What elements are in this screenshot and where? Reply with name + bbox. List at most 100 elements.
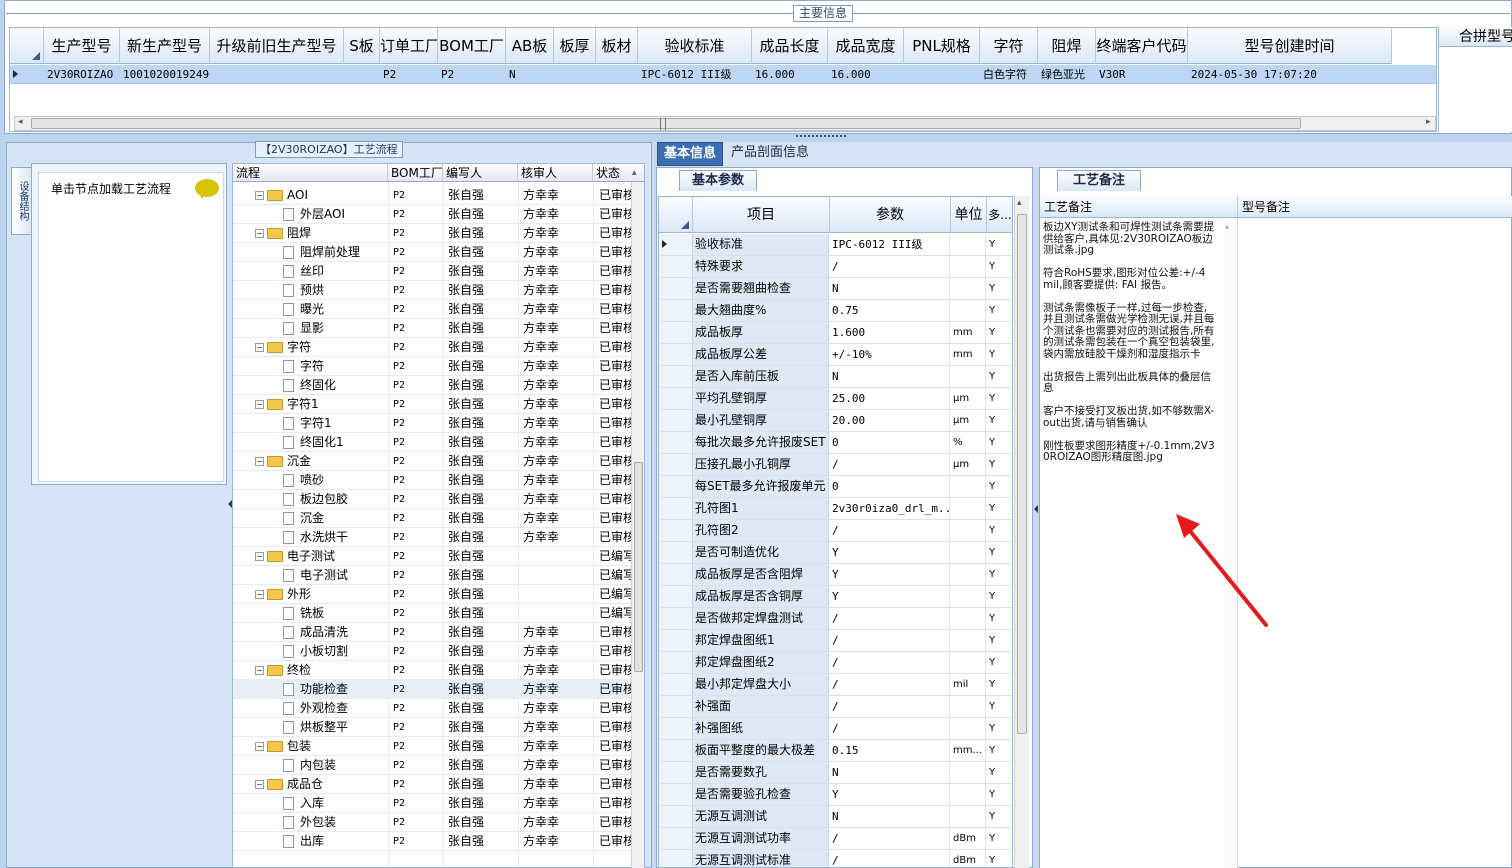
table-cell[interactable]: 白色字符 bbox=[980, 65, 1038, 84]
process-notes-text[interactable]: 板边XY测试条和可焊性测试条需要提供给客户,具体见:2V30ROIZAO板边测试… bbox=[1043, 221, 1215, 464]
param-multi[interactable]: Y bbox=[987, 828, 1012, 849]
basic-params-grid[interactable]: 项目 参数 单位 多... 验收标准 IPC-6012 III级 Y 特殊要求 / Y 是否… bbox=[658, 196, 1013, 868]
param-value[interactable]: 20.00 bbox=[830, 410, 950, 431]
row-indicator[interactable] bbox=[659, 542, 693, 563]
horizontal-scrollbar[interactable]: ◂ ▸ bbox=[14, 116, 1436, 131]
param-row[interactable]: 是否需要翘曲检查 N Y bbox=[659, 278, 1012, 300]
tree-node-label[interactable]: 终固化1 bbox=[300, 435, 344, 449]
param-row[interactable]: 无源互调测试功率 / dBm Y bbox=[659, 828, 1012, 850]
row-indicator[interactable] bbox=[659, 586, 693, 607]
row-indicator[interactable] bbox=[659, 520, 693, 541]
param-value[interactable]: / bbox=[830, 630, 950, 651]
tree-node-label[interactable]: 烘板整平 bbox=[300, 720, 348, 734]
table-cell[interactable] bbox=[554, 65, 596, 84]
collapse-icon[interactable]: − bbox=[255, 742, 264, 751]
param-multi[interactable]: Y bbox=[987, 234, 1012, 255]
equipment-structure-tab[interactable]: 设备结构 bbox=[11, 167, 31, 235]
param-value[interactable]: N bbox=[830, 762, 950, 783]
merge-model-header[interactable]: 合拼型号 bbox=[1439, 27, 1512, 47]
param-multi[interactable]: Y bbox=[987, 410, 1012, 431]
param-row[interactable]: 成品板厚公差 +/-10% mm Y bbox=[659, 344, 1012, 366]
row-indicator[interactable] bbox=[659, 300, 693, 321]
param-row[interactable]: 补强面 / Y bbox=[659, 696, 1012, 718]
param-multi[interactable]: Y bbox=[987, 696, 1012, 717]
row-indicator[interactable] bbox=[659, 608, 693, 629]
param-multi[interactable]: Y bbox=[987, 564, 1012, 585]
tree-row[interactable]: − 包装 P2 张自强 方幸幸 已审核 bbox=[233, 737, 635, 756]
col-header-param[interactable]: 参数 bbox=[830, 197, 951, 233]
tab-basic-info[interactable]: 基本信息 bbox=[657, 142, 723, 166]
scroll-left-icon[interactable]: ◂ bbox=[18, 117, 23, 127]
table-cell[interactable]: 2V30ROIZAO bbox=[44, 65, 120, 84]
param-multi[interactable]: Y bbox=[987, 784, 1012, 805]
col-header[interactable]: 升级前旧生产型号 bbox=[210, 28, 344, 64]
param-value[interactable]: 0 bbox=[830, 476, 950, 497]
param-row[interactable]: 最小孔壁铜厚 20.00 μm Y bbox=[659, 410, 1012, 432]
row-indicator[interactable] bbox=[659, 410, 693, 431]
tree-node-label[interactable]: 电子测试 bbox=[287, 549, 335, 563]
param-row[interactable]: 每SET最多允许报废单元 0 Y bbox=[659, 476, 1012, 498]
param-row[interactable]: 是否做邦定焊盘测试 / Y bbox=[659, 608, 1012, 630]
param-value[interactable]: IPC-6012 III级 bbox=[830, 234, 950, 255]
tree-row[interactable]: − 电子测试 P2 张自强 已编写 bbox=[233, 547, 635, 566]
row-indicator[interactable] bbox=[659, 344, 693, 365]
param-row[interactable]: 补强图纸 / Y bbox=[659, 718, 1012, 740]
param-multi[interactable]: Y bbox=[987, 322, 1012, 343]
tree-node-label[interactable]: 电子测试 bbox=[300, 568, 348, 582]
table-cell[interactable]: 16.000 bbox=[752, 65, 828, 84]
param-value[interactable]: 2v30r0iza0_drl_m... bbox=[830, 498, 950, 519]
tree-node-label[interactable]: 入库 bbox=[300, 796, 324, 810]
param-multi[interactable]: Y bbox=[987, 366, 1012, 387]
speech-bubble-icon[interactable] bbox=[195, 179, 219, 199]
collapse-icon[interactable]: − bbox=[255, 666, 264, 675]
col-header[interactable]: 新生产型号 bbox=[120, 28, 210, 64]
param-row[interactable]: 每批次最多允许报废SET 0% Y bbox=[659, 432, 1012, 454]
param-row[interactable]: 平均孔壁铜厚 25.00 μm Y bbox=[659, 388, 1012, 410]
tree-node-label[interactable]: 字符 bbox=[287, 340, 311, 354]
row-indicator[interactable] bbox=[659, 454, 693, 475]
param-value[interactable]: 25.00 bbox=[830, 388, 950, 409]
collapse-icon[interactable]: − bbox=[255, 191, 264, 200]
tree-row[interactable]: 丝印 P2 张自强 方幸幸 已审核 bbox=[233, 262, 635, 281]
param-row[interactable]: 板面平整度的最大极差 0.15 mm... Y bbox=[659, 740, 1012, 762]
param-multi[interactable]: Y bbox=[987, 256, 1012, 277]
tree-row[interactable]: 外包装 P2 张自强 方幸幸 已审核 bbox=[233, 813, 635, 832]
tree-row[interactable]: 阻焊前处理 P2 张自强 方幸幸 已审核 bbox=[233, 243, 635, 262]
tree-node-label[interactable]: 沉金 bbox=[287, 454, 311, 468]
tree-node-label[interactable]: 阻焊前处理 bbox=[300, 245, 360, 259]
row-indicator[interactable] bbox=[659, 256, 693, 277]
tree-node-label[interactable]: 字符 bbox=[300, 359, 324, 373]
param-value[interactable]: / bbox=[830, 674, 950, 695]
row-indicator[interactable] bbox=[659, 828, 693, 849]
param-value[interactable]: / bbox=[830, 696, 950, 717]
col-header[interactable]: 订单工厂 bbox=[380, 28, 438, 64]
param-value[interactable]: +/-10% bbox=[830, 344, 950, 365]
tree-node-label[interactable]: 板边包胶 bbox=[300, 492, 348, 506]
tree-row[interactable]: − 阻焊 P2 张自强 方幸幸 已审核 bbox=[233, 224, 635, 243]
param-row[interactable]: 成品板厚 1.600 mm Y bbox=[659, 322, 1012, 344]
col-header-reviewer[interactable]: 核审人 bbox=[518, 164, 593, 182]
param-row[interactable]: 特殊要求 / Y bbox=[659, 256, 1012, 278]
table-cell[interactable]: 16.000 bbox=[828, 65, 904, 84]
row-indicator[interactable] bbox=[659, 762, 693, 783]
tree-row[interactable]: − 字符 P2 张自强 方幸幸 已审核 bbox=[233, 338, 635, 357]
tree-node-label[interactable]: 沉金 bbox=[300, 511, 324, 525]
collapse-icon[interactable]: − bbox=[255, 590, 264, 599]
tree-row[interactable]: 终固化 P2 张自强 方幸幸 已审核 bbox=[233, 376, 635, 395]
tree-node-label[interactable]: 铣板 bbox=[300, 606, 324, 620]
param-row[interactable]: 是否入库前压板 N Y bbox=[659, 366, 1012, 388]
param-row[interactable]: 孔符图1 2v30r0iza0_drl_m... Y bbox=[659, 498, 1012, 520]
param-multi[interactable]: Y bbox=[987, 718, 1012, 739]
param-multi[interactable]: Y bbox=[987, 432, 1012, 453]
row-indicator[interactable] bbox=[659, 388, 693, 409]
horizontal-splitter[interactable] bbox=[0, 135, 1512, 141]
param-multi[interactable]: Y bbox=[987, 586, 1012, 607]
param-multi[interactable]: Y bbox=[987, 740, 1012, 761]
row-indicator[interactable] bbox=[659, 674, 693, 695]
param-multi[interactable]: Y bbox=[987, 806, 1012, 827]
tree-node-label[interactable]: 预烘 bbox=[300, 283, 324, 297]
param-multi[interactable]: Y bbox=[987, 278, 1012, 299]
tree-row[interactable]: 功能检查 P2 张自强 方幸幸 已审核 bbox=[233, 680, 635, 699]
param-row[interactable]: 邦定焊盘图纸1/ Y bbox=[659, 630, 1012, 652]
col-header[interactable]: 板材 bbox=[596, 28, 638, 64]
